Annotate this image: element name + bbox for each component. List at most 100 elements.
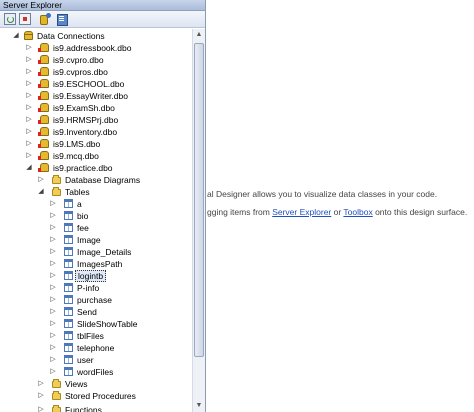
- tree-node-label: Database Diagrams: [65, 175, 141, 185]
- expand-arrow-icon[interactable]: ▷: [25, 68, 33, 76]
- tree-node-table[interactable]: ▷ SlideShowTable: [0, 318, 192, 330]
- tree-node-views[interactable]: ▷ Views: [0, 378, 192, 390]
- tree-node-table[interactable]: ▷ wordFiles: [0, 366, 192, 378]
- expand-arrow-icon[interactable]: ▷: [49, 248, 57, 256]
- database-icon: [38, 127, 49, 136]
- tree-node-functions[interactable]: ▷ Functions: [0, 404, 192, 412]
- tree-node-database[interactable]: ▷ is9.LMS.dbo: [0, 138, 192, 150]
- tree-node-tables[interactable]: ◢ Tables: [0, 186, 192, 198]
- expand-arrow-icon[interactable]: ▷: [25, 92, 33, 100]
- server-explorer-toolbar: [0, 11, 205, 28]
- tree-node-table[interactable]: ▷ Send: [0, 306, 192, 318]
- tree-node-label: ImagesPath: [77, 259, 123, 269]
- tree-node-label: bio: [77, 211, 89, 221]
- expand-arrow-icon[interactable]: ▷: [49, 200, 57, 208]
- scroll-up-arrow-icon[interactable]: ▲: [193, 29, 205, 41]
- tree-node-label: a: [77, 199, 82, 209]
- toolbox-link[interactable]: Toolbox: [343, 207, 372, 217]
- tree-node-database[interactable]: ▷ is9.addressbook.dbo: [0, 42, 192, 54]
- tree-node-table[interactable]: ▷ fee: [0, 222, 192, 234]
- tree-node-stored-procedures[interactable]: ▷ Stored Procedures: [0, 390, 192, 402]
- design-surface[interactable]: al Designer allows you to visualize data…: [206, 0, 474, 412]
- tree-node-table[interactable]: ▷ telephone: [0, 342, 192, 354]
- tree-node-database[interactable]: ▷ is9.ESCHOOL.dbo: [0, 78, 192, 90]
- tree-node-label: Data Connections: [37, 31, 105, 41]
- tree-node-database[interactable]: ▷ is9.cvpros.dbo: [0, 66, 192, 78]
- collapse-arrow-icon[interactable]: ◢: [12, 32, 20, 40]
- expand-arrow-icon[interactable]: ▷: [25, 80, 33, 88]
- expand-arrow-icon[interactable]: ▷: [49, 272, 57, 280]
- expand-arrow-icon[interactable]: ▷: [37, 406, 45, 412]
- connect-to-database-icon[interactable]: [40, 13, 52, 25]
- tree-node-table[interactable]: ▷ a: [0, 198, 192, 210]
- tree-vertical-scrollbar[interactable]: ▲ ▼: [192, 29, 205, 412]
- connect-to-server-icon[interactable]: [56, 13, 68, 26]
- database-icon: [38, 79, 49, 88]
- table-icon: [64, 307, 73, 316]
- database-icon: [38, 43, 49, 52]
- tree-node-table[interactable]: ▷ user: [0, 354, 192, 366]
- tree-node-label: user: [77, 355, 94, 365]
- tree-node-label: wordFiles: [77, 367, 114, 377]
- expand-arrow-icon[interactable]: ▷: [49, 284, 57, 292]
- tree-node-database[interactable]: ▷ is9.Inventory.dbo: [0, 126, 192, 138]
- expand-arrow-icon[interactable]: ▷: [25, 128, 33, 136]
- expand-arrow-icon[interactable]: ▷: [49, 260, 57, 268]
- server-explorer-link[interactable]: Server Explorer: [272, 207, 331, 217]
- refresh-icon[interactable]: [4, 13, 16, 25]
- tree-node-label: P-info: [77, 283, 100, 293]
- expand-arrow-icon[interactable]: ▷: [49, 344, 57, 352]
- database-icon: [38, 103, 49, 112]
- tree-node-table[interactable]: ▷ bio: [0, 210, 192, 222]
- expand-arrow-icon[interactable]: ▷: [37, 392, 45, 400]
- table-icon: [64, 271, 73, 280]
- scroll-thumb[interactable]: [194, 43, 204, 357]
- collapse-arrow-icon[interactable]: ◢: [25, 164, 33, 172]
- expand-arrow-icon[interactable]: ▷: [49, 320, 57, 328]
- tree-node-database[interactable]: ▷ is9.mcq.dbo: [0, 150, 192, 162]
- tree-node-database[interactable]: ▷ is9.cvpro.dbo: [0, 54, 192, 66]
- tree-node-table[interactable]: ▷ ImagesPath: [0, 258, 192, 270]
- stop-refresh-icon[interactable]: [19, 13, 31, 25]
- table-icon: [64, 355, 73, 364]
- tree-node-data-connections[interactable]: ◢ Data Connections: [0, 30, 192, 42]
- expand-arrow-icon[interactable]: ▷: [49, 308, 57, 316]
- expand-arrow-icon[interactable]: ▷: [25, 56, 33, 64]
- tree-node-table[interactable]: ▷ purchase: [0, 294, 192, 306]
- expand-arrow-icon[interactable]: ▷: [49, 332, 57, 340]
- tree-node-database-practice[interactable]: ◢ is9.practice.dbo: [0, 162, 192, 174]
- database-icon: [38, 163, 49, 172]
- expand-arrow-icon[interactable]: ▷: [49, 224, 57, 232]
- expand-arrow-icon[interactable]: ▷: [25, 44, 33, 52]
- table-icon: [64, 211, 73, 220]
- tree-node-label: is9.mcq.dbo: [53, 151, 99, 161]
- expand-arrow-icon[interactable]: ▷: [49, 212, 57, 220]
- hint-text: gging items from: [207, 207, 273, 217]
- expand-arrow-icon[interactable]: ▷: [37, 380, 45, 388]
- expand-arrow-icon[interactable]: ▷: [49, 296, 57, 304]
- expand-arrow-icon[interactable]: ▷: [49, 368, 57, 376]
- server-explorer-title-bar[interactable]: Server Explorer: [0, 0, 205, 11]
- tree-node-database[interactable]: ▷ is9.EssayWriter.dbo: [0, 90, 192, 102]
- tree-node-table[interactable]: ▷ Image: [0, 234, 192, 246]
- tree-node-database[interactable]: ▷ is9.ExamSh.dbo: [0, 102, 192, 114]
- tree-node-label: Views: [65, 379, 88, 389]
- tree-node-table[interactable]: ▷ tblFiles: [0, 330, 192, 342]
- expand-arrow-icon[interactable]: ▷: [37, 176, 45, 184]
- tree-node-label: is9.Inventory.dbo: [53, 127, 118, 137]
- tree-node-database[interactable]: ▷ is9.HRMSPrj.dbo: [0, 114, 192, 126]
- table-icon: [64, 235, 73, 244]
- tree-node-label: is9.EssayWriter.dbo: [53, 91, 128, 101]
- expand-arrow-icon[interactable]: ▷: [25, 104, 33, 112]
- expand-arrow-icon[interactable]: ▷: [49, 356, 57, 364]
- expand-arrow-icon[interactable]: ▷: [49, 236, 57, 244]
- tree-node-table[interactable]: ▷ Image_Details: [0, 246, 192, 258]
- expand-arrow-icon[interactable]: ▷: [25, 152, 33, 160]
- scroll-down-arrow-icon[interactable]: ▼: [193, 400, 205, 412]
- expand-arrow-icon[interactable]: ▷: [25, 140, 33, 148]
- tree-node-database-diagrams[interactable]: ▷ Database Diagrams: [0, 174, 192, 186]
- tree-node-table[interactable]: ▷ P-info: [0, 282, 192, 294]
- tree-node-table-selected[interactable]: ▷ logintb: [0, 270, 192, 282]
- expand-arrow-icon[interactable]: ▷: [25, 116, 33, 124]
- collapse-arrow-icon[interactable]: ◢: [37, 188, 45, 196]
